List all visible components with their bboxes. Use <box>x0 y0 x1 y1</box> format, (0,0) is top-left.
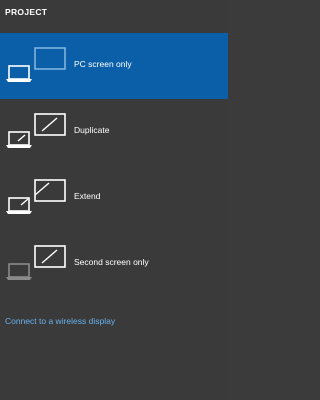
option-label: Second screen only <box>74 257 149 267</box>
option-label: PC screen only <box>74 59 132 69</box>
panel-title: PROJECT <box>5 7 48 17</box>
duplicate-icon <box>6 113 66 148</box>
option-second-screen-only[interactable]: Second screen only <box>0 231 228 297</box>
option-label: Duplicate <box>74 125 110 135</box>
option-label: Extend <box>74 191 101 201</box>
extend-icon <box>6 179 66 214</box>
pc-screen-only-icon <box>6 47 66 82</box>
second-screen-only-icon <box>6 245 66 280</box>
connect-wireless-display-link[interactable]: Connect to a wireless display <box>5 316 115 326</box>
option-duplicate[interactable]: Duplicate <box>0 99 228 165</box>
project-panel: PROJECT PC screen only Duplicate Extend … <box>0 0 228 400</box>
option-pc-screen-only[interactable]: PC screen only <box>0 33 228 99</box>
option-extend[interactable]: Extend <box>0 165 228 231</box>
